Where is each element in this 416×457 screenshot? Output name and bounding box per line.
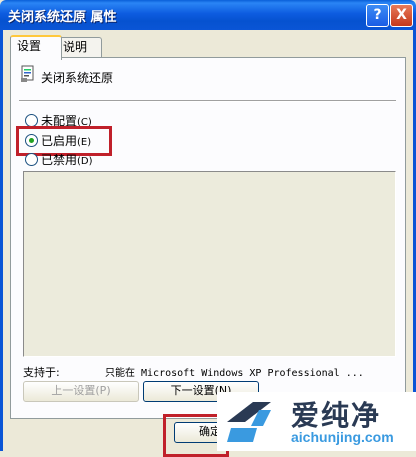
close-button[interactable]: X: [390, 4, 413, 27]
watermark-en: aichunjing.com: [291, 429, 394, 445]
settings-panel: 关闭系统还原 未配置(C) 已启用(E) 已禁用(D) 支持于: 只能在 Mic…: [10, 57, 406, 419]
option-disabled-label: 已禁用: [41, 153, 78, 167]
help-button[interactable]: ?: [366, 4, 389, 27]
watermark: 爱纯净 aichunjing.com: [217, 392, 416, 451]
radio-disabled[interactable]: [25, 153, 38, 166]
aichunjing-logo-icon: [227, 402, 271, 442]
policy-setting-icon: [21, 65, 34, 82]
title-bar[interactable]: 关闭系统还原 属性 ? X: [0, 0, 416, 30]
support-value: 只能在 Microsoft Windows XP Professional ..…: [105, 368, 364, 379]
description-area: [23, 171, 396, 357]
option-disabled[interactable]: 已禁用(D): [25, 152, 93, 168]
policy-name: 关闭系统还原: [41, 71, 114, 85]
watermark-cn: 爱纯净: [291, 399, 382, 432]
option-disabled-key: (D): [77, 156, 93, 167]
previous-setting-button[interactable]: 上一设置(P): [23, 381, 139, 402]
window-frame-left: [0, 30, 3, 451]
separator: [19, 100, 396, 102]
tab-explain[interactable]: 说明: [56, 37, 102, 58]
support-label: 支持于:: [23, 366, 60, 379]
tab-settings[interactable]: 设置: [10, 35, 62, 60]
window-title: 关闭系统还原 属性: [8, 10, 117, 25]
